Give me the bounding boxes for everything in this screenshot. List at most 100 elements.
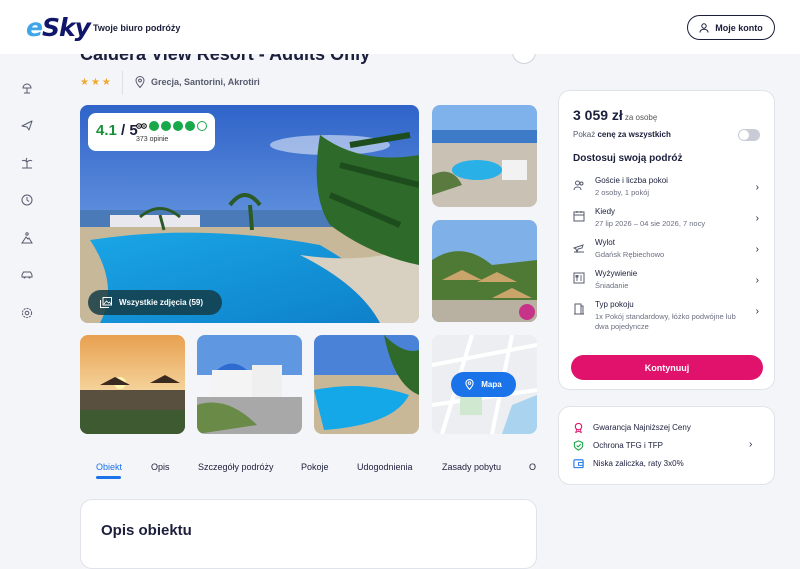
price-toggle-label: Pokaż cenę za wszystkich bbox=[573, 130, 671, 139]
chevron-right-icon: › bbox=[755, 306, 759, 317]
award-icon bbox=[574, 422, 583, 433]
rating-dot-filled bbox=[149, 121, 159, 131]
account-button[interactable]: Moje konto bbox=[687, 15, 775, 40]
guarantee-low-deposit: Niska zaliczka, raty 3x0% bbox=[573, 458, 684, 469]
option-label: Kiedy bbox=[595, 207, 616, 216]
rating-dot-empty bbox=[197, 121, 207, 131]
option-meals[interactable]: Wyżywienie Śniadanie › bbox=[573, 269, 763, 295]
customize-title: Dostosuj swoją podróż bbox=[573, 153, 683, 164]
chevron-right-icon[interactable]: › bbox=[749, 439, 752, 450]
rating-badge[interactable]: 4.1 / 5 373 opinie bbox=[88, 113, 215, 151]
description-card: Opis obiektu bbox=[80, 499, 537, 569]
esky-logo[interactable]: eSky bbox=[26, 13, 91, 42]
photo-thumb-2[interactable] bbox=[432, 220, 537, 322]
chevron-right-icon: › bbox=[755, 213, 759, 224]
option-departure[interactable]: Wylot Gdańsk Rębiechowo › bbox=[573, 238, 763, 264]
option-label: Wylot bbox=[595, 238, 615, 247]
total-price-toggle[interactable] bbox=[738, 129, 760, 141]
option-dates[interactable]: Kiedy 27 lip 2026 – 04 sie 2026, 7 nocy … bbox=[573, 207, 763, 233]
guests-icon bbox=[573, 180, 584, 191]
guarantee-tfg-tfp: Ochrona TFG i TFP bbox=[573, 440, 663, 451]
top-bar: eSky Twoje biuro podróży Moje konto bbox=[0, 0, 800, 54]
logo-text: Sky bbox=[41, 13, 91, 42]
rating-value: 4.1 bbox=[96, 122, 117, 139]
tab-pokoje[interactable]: Pokoje bbox=[301, 462, 329, 472]
continue-button[interactable]: Kontynuuj bbox=[571, 355, 763, 380]
chevron-right-icon: › bbox=[755, 275, 759, 286]
nav-clock-icon[interactable] bbox=[19, 192, 35, 208]
wallet-icon bbox=[573, 459, 584, 469]
rating-dot-filled bbox=[185, 121, 195, 131]
guarantees-card[interactable]: Gwarancja Najniższej Ceny Ochrona TFG i … bbox=[558, 406, 775, 485]
description-heading: Opis obiektu bbox=[101, 522, 192, 539]
toggle-knob bbox=[739, 130, 749, 140]
tab-zasady-pobytu[interactable]: Zasady pobytu bbox=[442, 462, 501, 472]
nav-beach-umbrella-icon[interactable] bbox=[19, 80, 35, 96]
review-count: 373 opinie bbox=[136, 136, 169, 143]
rating-dot-filled bbox=[173, 121, 183, 131]
user-icon bbox=[699, 22, 709, 33]
hotel-location[interactable]: Grecja, Santorini, Akrotiri bbox=[135, 76, 260, 88]
active-tab-indicator bbox=[96, 476, 121, 479]
account-label: Moje konto bbox=[715, 22, 763, 33]
meal-icon bbox=[573, 272, 585, 284]
nav-settings-icon[interactable] bbox=[19, 305, 35, 321]
map-button[interactable]: Mapa bbox=[451, 372, 516, 397]
map-label: Mapa bbox=[481, 380, 502, 389]
calendar-icon bbox=[573, 211, 585, 222]
nav-car-icon[interactable] bbox=[19, 267, 35, 283]
option-value: Gdańsk Rębiechowo bbox=[595, 250, 665, 259]
section-tabs: Obiekt Opis Szczegóły podróży Pokoje Udo… bbox=[80, 460, 536, 482]
option-value: 1x Pokój standardowy, łóżko podwójne lub… bbox=[595, 312, 736, 331]
tripadvisor-rating bbox=[136, 121, 207, 131]
tab-opis[interactable]: Opis bbox=[151, 462, 170, 472]
logo-e: e bbox=[26, 13, 43, 42]
toggle-bold: cenę za wszystkich bbox=[597, 130, 671, 139]
option-value: Śniadanie bbox=[595, 281, 629, 290]
option-guests[interactable]: Goście i liczba pokoi 2 osoby, 1 pokój › bbox=[573, 176, 763, 202]
guarantee-label: Gwarancja Najniższej Ceny bbox=[593, 423, 691, 432]
rating-score: 4.1 / 5 bbox=[96, 122, 138, 139]
price-value: 3 059 zł bbox=[573, 107, 623, 123]
photo-thumb-5[interactable] bbox=[314, 335, 419, 434]
all-photos-label: Wszystkie zdjęcia (59) bbox=[119, 298, 204, 307]
nav-plane-icon[interactable] bbox=[19, 117, 35, 133]
hotel-stars: ★★★ bbox=[80, 77, 113, 88]
chevron-right-icon: › bbox=[755, 182, 759, 193]
tab-obiekt[interactable]: Obiekt bbox=[96, 462, 122, 472]
tripadvisor-icon bbox=[136, 123, 147, 129]
price-unit: za osobę bbox=[624, 113, 658, 122]
option-label: Goście i liczba pokoi bbox=[595, 176, 668, 185]
nav-mountain-person-icon[interactable] bbox=[19, 230, 35, 246]
price: 3 059 zł za osobę bbox=[573, 107, 657, 123]
option-label: Wyżywienie bbox=[595, 269, 638, 278]
photo-thumb-4[interactable] bbox=[197, 335, 302, 434]
photo-thumb-1[interactable] bbox=[432, 105, 537, 207]
guarantee-lowest-price: Gwarancja Najniższej Ceny bbox=[573, 422, 691, 433]
tab-szczegoly-podrozy[interactable]: Szczegóły podróży bbox=[198, 462, 274, 472]
tab-udogodnienia[interactable]: Udogodnienia bbox=[357, 462, 413, 472]
map-pin-icon bbox=[465, 379, 474, 390]
booking-card: 3 059 zł za osobę Pokaż cenę za wszystkic… bbox=[558, 90, 775, 390]
photo-thumb-3[interactable] bbox=[80, 335, 185, 434]
option-value: 27 lip 2026 – 04 sie 2026, 7 nocy bbox=[595, 219, 706, 228]
map-pin-icon bbox=[135, 76, 145, 88]
chevron-right-icon: › bbox=[755, 244, 759, 255]
shield-check-icon bbox=[573, 440, 584, 451]
tab-opinie[interactable]: Op bbox=[529, 462, 536, 472]
nav-palm-tree-icon[interactable] bbox=[19, 155, 35, 171]
gallery-icon bbox=[100, 297, 112, 308]
option-value: 2 osoby, 1 pokój bbox=[595, 188, 650, 197]
divider bbox=[122, 71, 123, 95]
location-text: Grecja, Santorini, Akrotiri bbox=[151, 77, 260, 87]
toggle-prefix: Pokaż bbox=[573, 130, 596, 139]
rating-dot-filled bbox=[161, 121, 171, 131]
guarantee-label: Ochrona TFG i TFP bbox=[593, 441, 663, 450]
room-door-icon bbox=[574, 303, 584, 315]
tagline: Twoje biuro podróży bbox=[93, 23, 181, 33]
option-room-type[interactable]: Typ pokoju 1x Pokój standardowy, łóżko p… bbox=[573, 300, 763, 336]
option-label: Typ pokoju bbox=[595, 300, 634, 309]
departure-icon bbox=[573, 244, 584, 253]
all-photos-button[interactable]: Wszystkie zdjęcia (59) bbox=[88, 290, 222, 315]
guarantee-label: Niska zaliczka, raty 3x0% bbox=[593, 459, 684, 468]
